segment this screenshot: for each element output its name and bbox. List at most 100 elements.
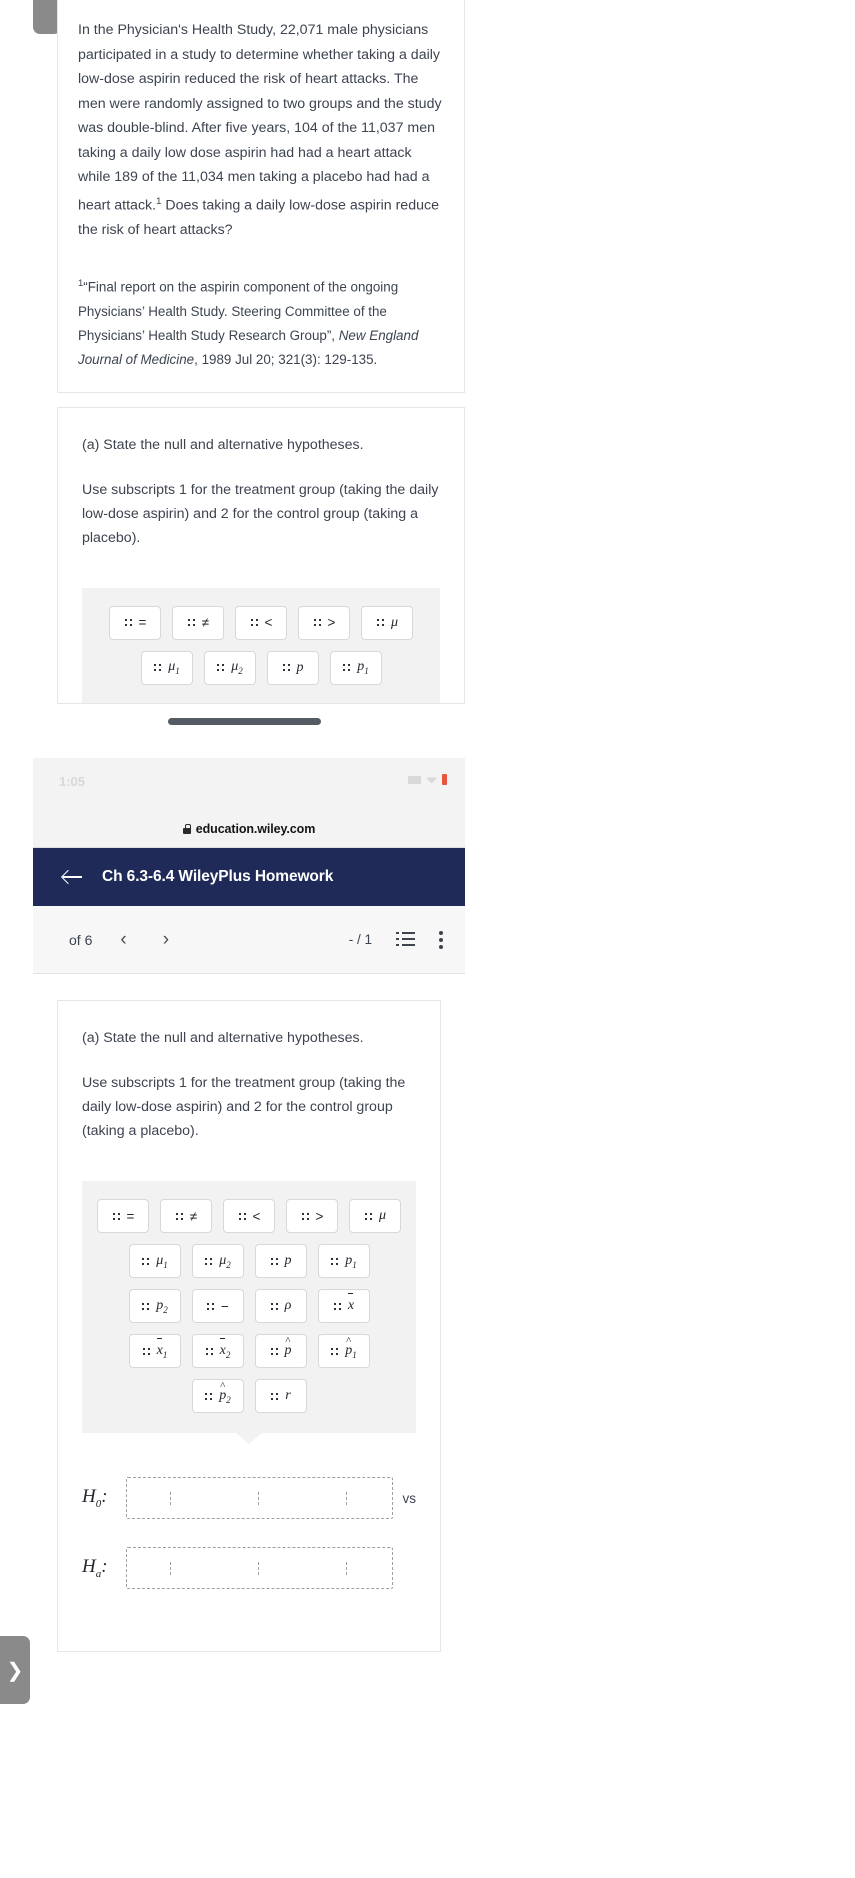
- math-button-mu[interactable]: μ: [361, 605, 413, 640]
- math-button-x-bar-1[interactable]: x1: [128, 1334, 181, 1368]
- url-text: education.wiley.com: [195, 821, 316, 836]
- drop-slot[interactable]: [346, 1561, 348, 1575]
- math-symbol-label: ^ p: [284, 1335, 292, 1358]
- part-a-card-bottom: (a) State the null and alternative hypot…: [57, 1000, 441, 1652]
- math-button-p-hat-1[interactable]: ^ p1: [317, 1334, 370, 1368]
- math-button-mu-1[interactable]: μ1: [140, 650, 193, 685]
- math-button-p[interactable]: p: [266, 650, 319, 685]
- math-symbol-label: μ2: [231, 659, 243, 677]
- math-symbol-label: μ1: [156, 1252, 168, 1270]
- drop-slot[interactable]: [346, 1491, 348, 1505]
- math-button-not-equals[interactable]: ≠: [172, 605, 224, 640]
- drag-grip-icon: [204, 1346, 214, 1356]
- drop-slot[interactable]: [258, 1491, 260, 1505]
- drop-slot[interactable]: [170, 1491, 172, 1505]
- math-symbol-palette-top: = ≠ < > μ μ1 μ2 p p1: [82, 587, 440, 703]
- status-bar: 1:05: [33, 758, 465, 810]
- math-button-mu-1[interactable]: μ1: [128, 1244, 181, 1278]
- math-symbol-label: μ: [378, 1208, 387, 1223]
- math-symbol-label: p: [296, 659, 304, 675]
- math-symbol-label: ≠: [189, 1208, 198, 1224]
- next-question-button[interactable]: ›: [163, 930, 169, 949]
- math-button-r[interactable]: r: [254, 1379, 307, 1413]
- math-symbol-label: x1: [156, 1337, 167, 1359]
- math-symbol-label: >: [315, 1208, 324, 1224]
- palette-row-4: x1 x2 ^ p ^ p1: [128, 1334, 370, 1368]
- drop-slot[interactable]: [170, 1561, 172, 1575]
- math-button-p-2[interactable]: p2: [128, 1289, 181, 1323]
- signal-bars-icon: [408, 775, 421, 784]
- palette-caret: [236, 1433, 262, 1444]
- math-button-p-hat[interactable]: ^ p: [254, 1334, 307, 1368]
- alt-hypothesis-label: Ha:: [82, 1556, 108, 1580]
- question-content-column: In the Physician's Health Study, 22,071 …: [57, 0, 465, 704]
- drag-grip-icon: [111, 1211, 121, 1221]
- math-button-equals[interactable]: =: [97, 1199, 149, 1233]
- null-hypothesis-input[interactable]: [126, 1477, 393, 1519]
- math-symbol-label: p: [284, 1253, 292, 1268]
- null-hypothesis-label: H0:: [82, 1486, 108, 1510]
- palette-row-2: μ1 μ2 p p1: [140, 650, 382, 685]
- null-hypothesis-row: H0: vs: [82, 1477, 416, 1519]
- side-drawer-handle[interactable]: ❯: [0, 1636, 30, 1704]
- drag-grip-icon: [375, 618, 385, 628]
- math-button-p-hat-2[interactable]: ^ p2: [191, 1379, 244, 1413]
- bottom-screen-browser-view: 1:05 education.wiley.com Ch 6.3-6.4 Wile…: [0, 758, 855, 1878]
- math-symbol-label: μ: [390, 614, 399, 630]
- drag-grip-icon: [300, 1211, 310, 1221]
- drag-grip-icon: [342, 663, 352, 673]
- math-button-rho[interactable]: ρ: [254, 1289, 307, 1323]
- math-button-x-bar[interactable]: x: [317, 1289, 370, 1323]
- drop-slot[interactable]: [258, 1561, 260, 1575]
- part-a-card-top: (a) State the null and alternative hypot…: [57, 406, 465, 704]
- math-button-mu-2[interactable]: μ2: [203, 650, 256, 685]
- prev-question-button[interactable]: ‹: [120, 930, 126, 949]
- browser-url-bar[interactable]: education.wiley.com: [33, 810, 465, 848]
- drag-grip-icon: [204, 1391, 214, 1401]
- alt-hypothesis-input[interactable]: [126, 1547, 393, 1589]
- math-symbol-label: p2: [156, 1297, 168, 1315]
- drag-scroll-pill[interactable]: [168, 718, 321, 725]
- drag-grip-icon: [153, 663, 163, 673]
- back-arrow-icon[interactable]: [63, 869, 83, 885]
- math-button-greater-than[interactable]: >: [286, 1199, 338, 1233]
- math-symbol-label: μ1: [168, 659, 180, 677]
- math-button-p-1[interactable]: p1: [317, 1244, 370, 1278]
- drag-grip-icon: [206, 1301, 216, 1311]
- drag-grip-icon: [123, 618, 133, 628]
- math-symbol-label: ^ p2: [219, 1379, 231, 1405]
- versus-label: vs: [402, 1490, 417, 1506]
- drag-grip-icon: [141, 1346, 151, 1356]
- drag-grip-icon: [186, 618, 196, 628]
- math-symbol-label: x2: [219, 1337, 230, 1359]
- part-a-note: Use subscripts 1 for the treatment group…: [82, 481, 439, 546]
- score-label: - / 1: [348, 932, 372, 947]
- drag-grip-icon: [269, 1346, 279, 1356]
- app-title: Ch 6.3-6.4 WileyPlus Homework: [102, 868, 334, 885]
- alt-hypothesis-row: Ha: vs: [82, 1547, 416, 1589]
- drag-grip-icon: [330, 1256, 340, 1266]
- citation: 1“Final report on the aspirin component …: [78, 272, 444, 371]
- math-button-p[interactable]: p: [254, 1244, 307, 1278]
- math-button-not-equals[interactable]: ≠: [160, 1199, 212, 1233]
- math-symbol-label: >: [327, 615, 336, 631]
- math-symbol-label: r: [285, 1388, 291, 1403]
- palette-row-3: p2 − ρ x: [128, 1289, 370, 1323]
- math-button-greater-than[interactable]: >: [298, 605, 350, 640]
- toolbar-right-group: - / 1 123: [348, 930, 443, 949]
- math-button-p-1[interactable]: p1: [329, 650, 382, 685]
- question-body-text: In the Physician's Health Study, 22,071 …: [78, 22, 442, 214]
- status-indicators: [408, 774, 447, 785]
- math-button-x-bar-2[interactable]: x2: [191, 1334, 244, 1368]
- math-button-equals[interactable]: =: [109, 605, 161, 640]
- math-button-mu-2[interactable]: μ2: [191, 1244, 244, 1278]
- math-button-less-than[interactable]: <: [235, 605, 287, 640]
- math-button-mu[interactable]: μ: [349, 1199, 401, 1233]
- question-list-icon[interactable]: 123: [396, 932, 415, 947]
- drag-grip-icon: [269, 1256, 279, 1266]
- math-symbol-label: x: [347, 1293, 354, 1314]
- more-options-icon[interactable]: [439, 930, 443, 949]
- drag-grip-icon: [174, 1211, 184, 1221]
- math-button-less-than[interactable]: <: [223, 1199, 275, 1233]
- math-button-minus[interactable]: −: [191, 1289, 244, 1323]
